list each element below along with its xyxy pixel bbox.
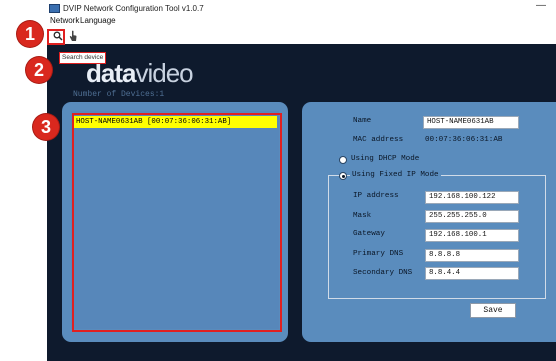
ip-address-label: IP address [353,192,399,200]
primary-dns-field[interactable]: 8.8.8.8 [425,249,519,262]
primary-dns-label: Primary DNS [353,250,404,258]
mac-value: 00:07:36:06:31:AB [425,136,503,144]
hand-tool-button[interactable] [67,30,79,42]
annotation-badge-3: 3 [33,114,59,140]
search-device-tooltip: Search device [59,52,107,64]
minimize-button[interactable]: — [536,0,546,11]
gateway-label: Gateway [353,230,385,238]
mac-label: MAC address [353,136,404,144]
app-icon [49,4,60,13]
gateway-field[interactable]: 192.168.100.1 [425,229,519,242]
dhcp-mode-radio[interactable] [339,156,347,164]
save-button[interactable]: Save [470,303,516,318]
logo-part-video: video [135,58,193,88]
ip-address-field[interactable]: 192.168.100.122 [425,191,519,204]
window-title: DVIP Network Configuration Tool v1.0.7 [63,4,204,13]
annotation-badge-1: 1 [17,21,43,47]
device-count-label: Number of Devices:1 [73,90,165,99]
dhcp-mode-label: Using DHCP Mode [351,155,420,163]
name-label: Name [353,117,372,125]
fixed-ip-mode-label: Using Fixed IP Mode [350,171,441,179]
secondary-dns-label: Secondary DNS [353,269,413,277]
device-list-highlight [72,113,282,332]
fixed-ip-mode-radio[interactable] [339,172,347,180]
annotation-badge-2: 2 [26,57,52,83]
hand-pointer-icon [69,30,77,41]
mask-field[interactable]: 255.255.255.0 [425,210,519,223]
search-button-highlight [47,29,65,45]
name-field[interactable]: HOST-NAME0631AB [423,116,519,129]
menu-network[interactable]: Network [50,16,79,25]
toolbar [47,29,556,44]
mask-label: Mask [353,212,372,220]
secondary-dns-field[interactable]: 8.8.4.4 [425,267,519,280]
menu-language[interactable]: Language [80,16,116,25]
